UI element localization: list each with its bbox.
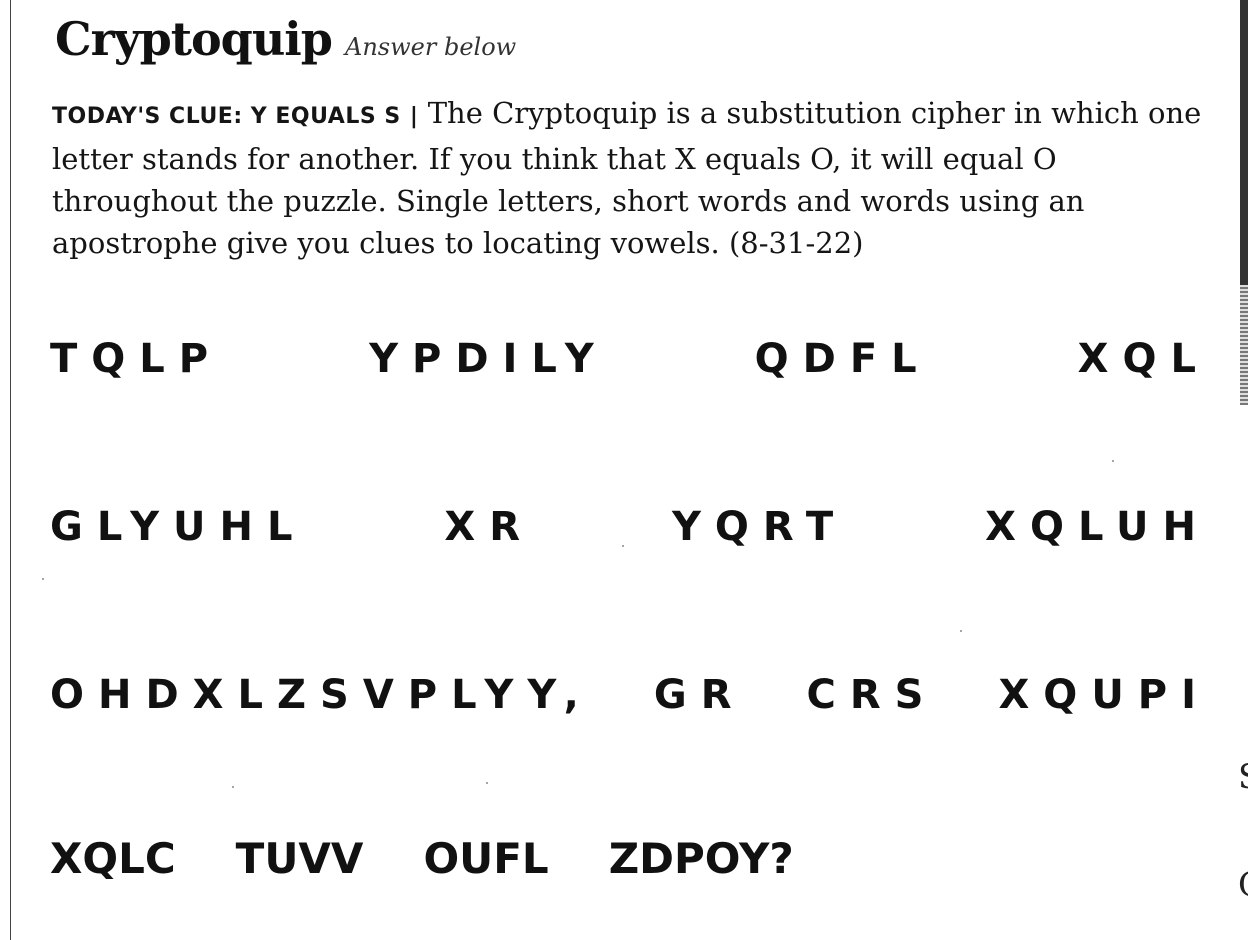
page-title: Cryptoquip (55, 12, 333, 66)
puzzle-word: TQLP (50, 336, 223, 382)
edge-letter: C (1238, 868, 1248, 902)
puzzle-line: GLYUHL XR YQRT XQLUH (50, 504, 1210, 550)
scan-speck (622, 545, 624, 547)
puzzle-line: XQLC TUVV OUFL ZDPOY? (50, 834, 854, 883)
puzzle-word: TUVV (235, 834, 364, 883)
puzzle-word: OUFL (423, 834, 549, 883)
column-rule (10, 0, 11, 940)
puzzle-line: OHDXLZSVPLYY, GR CRS XQUPI (50, 672, 1210, 718)
header: Cryptoquip Answer below (55, 12, 516, 66)
page-subtitle: Answer below (345, 33, 517, 61)
puzzle-word: XQL (1077, 336, 1210, 382)
puzzle-word: GLYUHL (50, 504, 307, 550)
scan-speck (232, 786, 234, 788)
puzzle-word: XQUPI (998, 672, 1210, 718)
clue-label: TODAY'S CLUE: Y EQUALS S (52, 104, 401, 129)
puzzle-word: XQLUH (985, 504, 1210, 550)
puzzle-word: OHDXLZSVPLYY, (50, 672, 593, 718)
puzzle-word: QDFL (754, 336, 931, 382)
adjacent-column-speckle (1240, 285, 1248, 405)
puzzle-word: ZDPOY? (608, 834, 794, 883)
puzzle-word: XR (444, 504, 535, 550)
scan-speck (42, 578, 44, 580)
scan-speck (486, 782, 488, 784)
clue-paragraph: TODAY'S CLUE: Y EQUALS S | The Cryptoqui… (52, 92, 1202, 264)
puzzle-word: YPDILY (369, 336, 608, 382)
clue-separator: | (409, 104, 419, 129)
puzzle-word: XQLC (50, 834, 176, 883)
puzzle-word: YQRT (671, 504, 848, 550)
puzzle-word: GR (653, 672, 746, 718)
puzzle-word: CRS (806, 672, 938, 718)
puzzle-line: TQLP YPDILY QDFL XQL (50, 336, 1210, 382)
scan-speck (960, 630, 962, 632)
scan-speck (1112, 460, 1114, 462)
edge-letter: S (1238, 760, 1248, 794)
